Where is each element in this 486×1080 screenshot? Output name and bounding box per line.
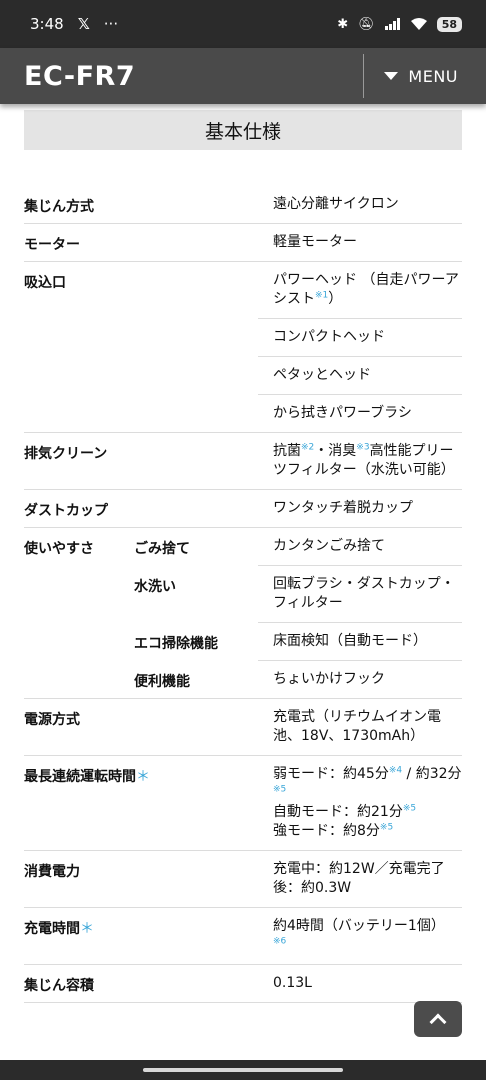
spec-label: 消費電力 [24,864,80,880]
spec-row: モーター 軽量モーター [24,224,462,262]
chevron-up-icon [429,1013,447,1031]
x-icon: 𝕏 [77,15,90,33]
menu-button[interactable]: MENU [364,48,486,104]
spec-label: 吸込口 [24,275,66,291]
spec-row: エコ掃除機能 床面検知（自動モード） [24,623,462,661]
spec-value: 床面検知（自動モード） [258,623,462,661]
spec-row: 水洗い 回転ブラシ・ダストカップ・フィルター [24,566,462,623]
spec-label: 集じん方式 [24,199,94,215]
wifi-icon [410,18,427,30]
app-header: EC-FR7 MENU [0,48,486,104]
spec-value: 約4時間（バッテリー1個） ※6 [273,918,445,947]
spec-row: 電源方式 充電式（リチウムイオン電池、18V、1730mAh） [24,699,462,756]
mute-icon: 🔕︎ [358,16,375,32]
spec-row: 充電時間＊ 約4時間（バッテリー1個） ※6 [24,908,462,965]
footnote-mark: ※5 [402,803,417,814]
spec-value: 0.13L [273,975,312,991]
footnote-mark: ※2 [301,442,315,453]
spec-row: ダストカップ ワンタッチ着脱カップ [24,490,462,528]
footnote-mark: ※5 [273,784,287,795]
signal-icon [384,18,400,30]
system-nav-bar [0,1060,486,1080]
spec-label: 集じん容積 [24,978,94,994]
spec-value: カンタンごみ捨て [258,528,462,566]
spec-value: ペタッとヘッド [258,357,462,395]
spec-sublabel: 水洗い [134,579,176,595]
battery-icon: 58 [436,16,462,32]
spec-value: パワーヘッド （自走パワーアシスト※1） [258,262,462,319]
spec-row: 集じん容積 0.13L [24,965,462,1003]
gesture-handle[interactable] [143,1068,343,1072]
bluetooth-icon: ✱ [337,16,349,32]
footnote-star: ＊ [136,769,150,785]
spec-value: ワンタッチ着脱カップ [273,500,413,516]
scroll-to-top-button[interactable] [414,1001,462,1037]
spec-sublabel: エコ掃除機能 [134,636,218,652]
spec-row: 便利機能 ちょいかけフック [24,661,462,699]
spec-label: 充電時間＊ [24,921,94,937]
spec-value: 充電中：約12W／充電完了後：約0.3W [273,861,445,896]
spec-row: 集じん方式 遠心分離サイクロン [24,186,462,224]
caret-down-icon [384,72,399,80]
spec-label: ダストカップ [24,503,108,519]
section-title: 基本仕様 [24,110,462,150]
spec-value: コンパクトヘッド [258,319,462,357]
spec-value: 軽量モーター [273,234,357,250]
footnote-mark: ※6 [273,936,287,947]
spec-label: 使いやすさ [24,541,94,557]
spec-label: モーター [24,237,80,253]
spec-label: 排気クリーン [24,446,108,462]
spec-label: 電源方式 [24,712,80,728]
more-icon: ··· [103,15,119,33]
spec-row: 吸込口 パワーヘッド （自走パワーアシスト※1） コンパクトヘッド ペタッとヘッ… [24,262,462,433]
spec-row: 排気クリーン 抗菌※2・消臭※3高性能プリーツフィルター（水洗い可能） [24,433,462,490]
spec-row: 消費電力 充電中：約12W／充電完了後：約0.3W [24,851,462,908]
spec-row: 最長連続運転時間＊ 弱モード：約45分※4 / 約32分※5 自動モード：約21… [24,756,462,851]
footnote-star: ＊ [80,921,94,937]
spec-label: 最長連続運転時間＊ [24,769,150,785]
footnote-mark: ※1 [315,290,329,301]
spec-value: 抗菌※2・消臭※3高性能プリーツフィルター（水洗い可能） [273,442,455,478]
footnote-mark: ※3 [356,442,370,453]
page-title: EC-FR7 [24,60,136,92]
spec-value: ちょいかけフック [273,671,385,687]
status-time: 3:48 [30,15,64,33]
status-bar: 3:48 𝕏 ··· ✱ 🔕︎ 58 [0,0,486,48]
spec-value: から拭きパワーブラシ [273,405,412,421]
footnote-mark: ※4 [388,765,403,776]
spec-value: 遠心分離サイクロン [273,196,399,212]
spec-table: 集じん方式 遠心分離サイクロン モーター 軽量モーター 吸込口 パワーヘッド （… [24,186,462,1003]
spec-value: 充電式（リチウムイオン電池、18V、1730mAh） [273,709,441,744]
spec-sublabel: ごみ捨て [134,541,190,557]
spec-value: 弱モード：約45分※4 / 約32分※5 自動モード：約21分※5 強モード：約… [273,765,462,839]
spec-value: 回転ブラシ・ダストカップ・フィルター [258,566,462,623]
menu-label: MENU [408,66,458,86]
spec-sublabel: 便利機能 [134,674,190,690]
footnote-mark: ※5 [379,822,394,833]
spec-row: 使いやすさ ごみ捨て カンタンごみ捨て [24,528,462,566]
